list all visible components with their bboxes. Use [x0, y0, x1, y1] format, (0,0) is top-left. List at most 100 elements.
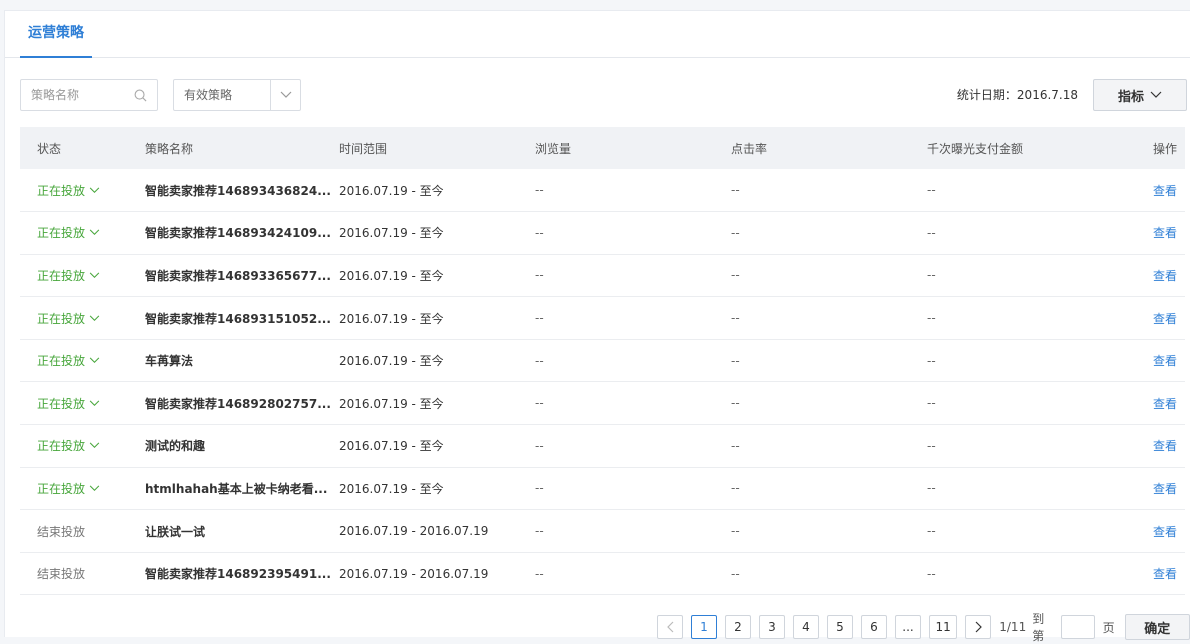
ctr-value: -- [731, 396, 740, 411]
status-dropdown[interactable]: 正在投放 [37, 437, 100, 454]
select-value: 有效策略 [184, 88, 233, 102]
views-value: -- [535, 481, 544, 496]
tab-operation-strategy[interactable]: 运营策略 [20, 11, 92, 58]
views-value: -- [535, 311, 544, 326]
chevron-down-icon [89, 272, 100, 278]
ctr-value: -- [731, 566, 740, 581]
chevron-down-icon [89, 485, 100, 491]
time-range: 2016.07.19 - 至今 [339, 481, 444, 496]
status-dropdown[interactable]: 正在投放 [37, 395, 100, 412]
strategy-name: 车苒算法 [145, 354, 194, 369]
status-label: 正在投放 [37, 481, 86, 496]
view-link[interactable]: 查看 [1153, 226, 1177, 240]
views-value: -- [535, 353, 544, 368]
rpm-value: -- [927, 268, 936, 283]
operation-cell: 查看 [1123, 552, 1185, 595]
table-row: 结束投放 智能卖家推荐146892395491... 2016.07.19 - … [20, 552, 1185, 595]
page-button[interactable]: 6 [861, 615, 887, 639]
status-dropdown[interactable]: 正在投放 [37, 310, 100, 327]
status-dropdown[interactable]: 正在投放 [37, 267, 100, 284]
page-button[interactable]: 11 [929, 615, 958, 639]
view-link[interactable]: 查看 [1153, 269, 1177, 283]
status-label: 正在投放 [37, 268, 86, 283]
status-label: 正在投放 [37, 439, 86, 454]
chevron-down-icon[interactable] [270, 80, 300, 110]
column-header: 时间范围 [339, 141, 388, 156]
search-box[interactable] [20, 79, 158, 111]
status-dropdown[interactable]: 正在投放 [37, 480, 100, 497]
views-value: -- [535, 524, 544, 539]
next-page-button[interactable] [965, 615, 992, 639]
chevron-right-icon [975, 621, 982, 633]
views-value: -- [535, 438, 544, 453]
rpm-value: -- [927, 566, 936, 581]
table-row: 正在投放 智能卖家推荐146893424109... 2016.07.19 - … [20, 212, 1185, 255]
status-label: 正在投放 [37, 226, 86, 241]
time-range: 2016.07.19 - 至今 [339, 396, 444, 411]
status-label: 正在投放 [37, 183, 86, 198]
view-link[interactable]: 查看 [1153, 184, 1177, 198]
chevron-down-icon [89, 315, 100, 321]
operation-cell: 查看 [1123, 297, 1185, 340]
view-link[interactable]: 查看 [1153, 397, 1177, 411]
tab-bar: 运营策略 [5, 11, 1190, 58]
column-header: 浏览量 [535, 141, 572, 156]
table-body: 正在投放 智能卖家推荐146893436824... 2016.07.19 - … [20, 169, 1185, 595]
rpm-value: -- [927, 225, 936, 240]
status-dropdown[interactable]: 正在投放 [37, 224, 100, 241]
table-row: 正在投放 htmlhahah基本上被卡纳老看... 2016.07.19 - 至… [20, 467, 1185, 510]
chevron-left-icon [666, 621, 673, 633]
page-button[interactable]: 1 [691, 615, 717, 639]
view-link[interactable]: 查看 [1153, 439, 1177, 453]
strategy-name: htmlhahah基本上被卡纳老看... [145, 481, 328, 496]
page-ellipsis: ... [895, 615, 921, 639]
time-range: 2016.07.19 - 2016.07.19 [339, 524, 489, 539]
strategy-name: 智能卖家推荐146892802757... [145, 396, 331, 411]
chevron-down-icon [89, 187, 100, 193]
chevron-down-icon [1150, 91, 1162, 98]
ctr-value: -- [731, 481, 740, 496]
views-value: -- [535, 183, 544, 198]
time-range: 2016.07.19 - 2016.07.19 [339, 566, 489, 581]
page-button[interactable]: 4 [793, 615, 819, 639]
search-input[interactable] [21, 80, 133, 110]
pagination: 1 2 3 4 5 6... 11 1/11 到第 页确定 [657, 612, 1190, 643]
operation-cell: 查看 [1123, 254, 1185, 297]
rpm-value: -- [927, 353, 936, 368]
status-cell: 结束投放 [20, 552, 145, 595]
table-header: 状态 策略名称 时间范围 浏览量 点击率 千次曝光支付金额 操作 [20, 127, 1185, 169]
operation-cell: 查看 [1123, 339, 1185, 382]
page-unit-label: 页 [1102, 620, 1115, 635]
table-row: 正在投放 智能卖家推荐146893436824... 2016.07.19 - … [20, 169, 1185, 212]
status-dropdown[interactable]: 正在投放 [37, 352, 100, 369]
status-cell: 正在投放 [20, 212, 145, 255]
strategy-name: 智能卖家推荐146893365677... [145, 268, 331, 283]
status-cell: 结束投放 [20, 510, 145, 553]
chevron-down-icon [89, 400, 100, 406]
page-button[interactable]: 2 [725, 615, 751, 639]
strategy-filter-select[interactable]: 有效策略 [173, 79, 301, 111]
view-link[interactable]: 查看 [1153, 312, 1177, 326]
strategy-panel: 运营策略 有效策略 统计日期：2016.7.18 指标 状态 策略名称 时间范围 浏览… [4, 10, 1190, 643]
view-link[interactable]: 查看 [1153, 567, 1177, 581]
strategy-name: 智能卖家推荐146892395491... [145, 567, 331, 582]
column-header: 千次曝光支付金额 [927, 141, 1024, 156]
page-button[interactable]: 5 [827, 615, 853, 639]
view-link[interactable]: 查看 [1153, 482, 1177, 496]
table-row: 正在投放 车苒算法 2016.07.19 - 至今 -- -- -- 查看 [20, 339, 1185, 382]
column-header: 点击率 [731, 141, 768, 156]
prev-page-button[interactable] [657, 615, 683, 639]
table-row: 正在投放 智能卖家推荐146892802757... 2016.07.19 - … [20, 382, 1185, 425]
status-label: 正在投放 [37, 396, 86, 411]
view-link[interactable]: 查看 [1153, 354, 1177, 368]
status-dropdown[interactable]: 正在投放 [37, 182, 100, 199]
page-button[interactable]: 3 [759, 615, 785, 639]
metric-dropdown-button[interactable]: 指标 [1093, 79, 1187, 111]
view-link[interactable]: 查看 [1153, 525, 1177, 539]
status-cell: 正在投放 [20, 254, 145, 297]
strategy-name: 测试的和趣 [145, 439, 206, 454]
goto-page-input[interactable] [1060, 615, 1095, 639]
confirm-button[interactable]: 确定 [1124, 614, 1190, 640]
ctr-value: -- [731, 438, 740, 453]
search-icon[interactable] [134, 89, 147, 102]
